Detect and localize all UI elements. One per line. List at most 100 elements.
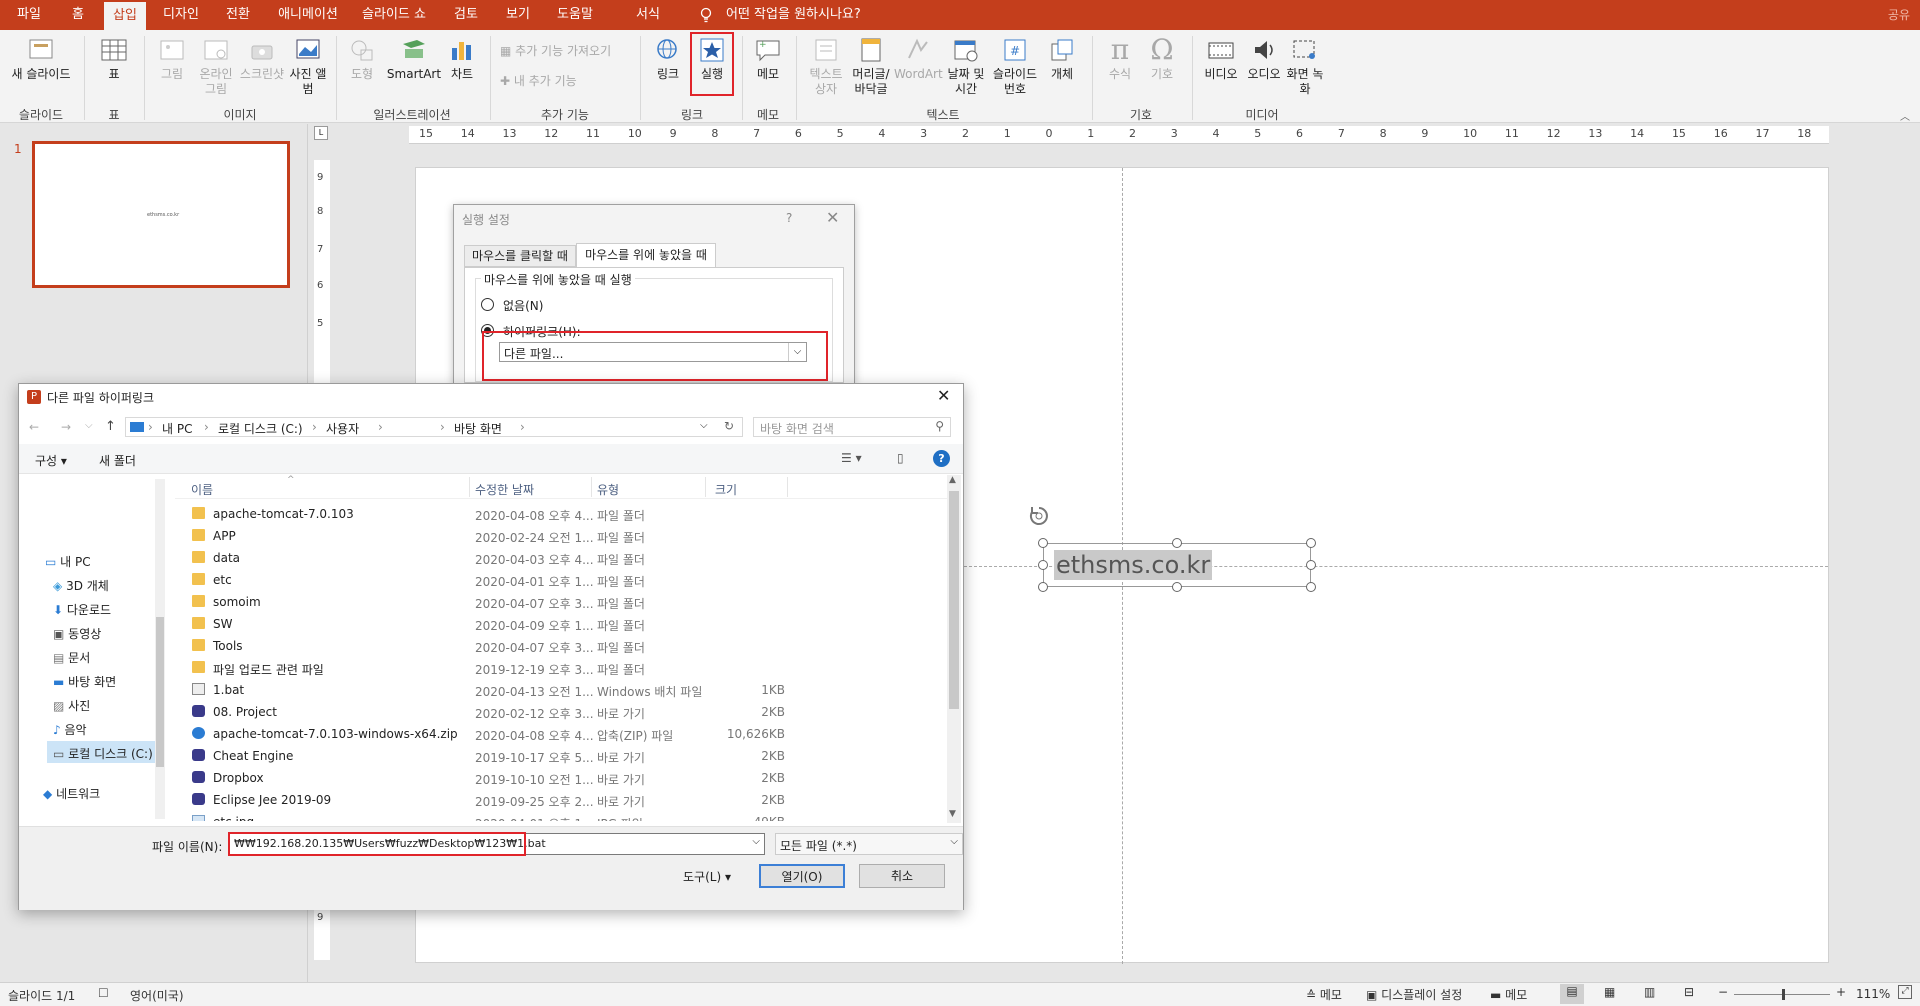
- file-row[interactable]: Eclipse Jee 2019-09 2019-09-25 오후 2... 바로 …: [175, 789, 945, 811]
- file-row[interactable]: Cheat Engine 2019-10-17 오후 5... 바로 가기 2KB: [175, 745, 945, 767]
- scroll-down-icon[interactable]: ▼: [949, 809, 956, 819]
- tab-help[interactable]: 도움말: [550, 0, 600, 30]
- nav-scrollbar[interactable]: [155, 479, 165, 819]
- none-radio[interactable]: [481, 298, 494, 311]
- file-row[interactable]: data 2020-04-03 오후 4... 파일 폴더: [175, 547, 945, 569]
- search-box[interactable]: 바탕 화면 검색 ⚲: [753, 417, 951, 437]
- video-button[interactable]: 비디오: [1200, 36, 1242, 82]
- collapse-ribbon-icon[interactable]: ︿: [1900, 108, 1910, 123]
- audio-button[interactable]: 오디오: [1244, 36, 1284, 82]
- tab-home[interactable]: 홈: [62, 0, 94, 30]
- chevron-down-icon[interactable]: ⌵: [752, 836, 760, 847]
- tab-transitions[interactable]: 전환: [218, 0, 258, 30]
- breadcrumb-c-drive[interactable]: 로컬 디스크 (C:): [218, 420, 303, 437]
- tab-file[interactable]: 파일: [10, 0, 48, 30]
- chevron-down-icon[interactable]: ⌵: [700, 420, 708, 431]
- symbol-button[interactable]: Ω 기호: [1142, 36, 1182, 82]
- open-button[interactable]: 열기(O): [759, 864, 845, 888]
- table-button[interactable]: 표: [92, 36, 136, 82]
- header-footer-button[interactable]: 머리글/ 바닥글: [850, 36, 892, 97]
- accessibility-icon[interactable]: ☐: [98, 986, 109, 1000]
- slideshow-icon[interactable]: ⊟: [1684, 985, 1694, 999]
- slide-sorter-icon[interactable]: ▦: [1604, 985, 1615, 999]
- breadcrumb-pc[interactable]: 내 PC: [162, 420, 192, 437]
- close-icon[interactable]: ✕: [826, 208, 839, 227]
- zoom-out-icon[interactable]: −: [1718, 985, 1728, 999]
- help-icon[interactable]: ?: [786, 211, 792, 225]
- file-row[interactable]: apache-tomcat-7.0.103 2020-04-08 오후 4... 파…: [175, 503, 945, 525]
- file-row[interactable]: 1.bat 2020-04-13 오전 1... Windows 배치 파일 1KB: [175, 679, 945, 701]
- nav-local-disk-c[interactable]: ▭ 로컬 디스크 (C:): [47, 741, 155, 763]
- nav-videos[interactable]: ▣ 동영상: [53, 625, 101, 642]
- notes-button[interactable]: ≙ 메모: [1306, 986, 1342, 1003]
- tab-insert[interactable]: 삽입: [104, 2, 146, 30]
- nav-downloads[interactable]: ⬇ 다운로드: [53, 601, 111, 618]
- resize-handle[interactable]: [1306, 538, 1316, 548]
- screenshot-button[interactable]: 스크린샷: [238, 36, 286, 82]
- tools-menu[interactable]: 도구(L) ▾: [683, 868, 731, 885]
- comment-button[interactable]: + 메모: [750, 36, 786, 82]
- resize-handle[interactable]: [1306, 582, 1316, 592]
- back-arrow-icon[interactable]: ←: [29, 420, 39, 434]
- file-row[interactable]: etc.jpg 2020-04-01 오후 1...JPG 파일 49KB: [175, 811, 945, 821]
- selected-textbox[interactable]: ethsms.co.kr: [1043, 543, 1311, 587]
- get-addins-button[interactable]: ▦ 추가 기능 가져오기: [500, 44, 634, 59]
- recent-chevron-icon[interactable]: ⌵: [85, 420, 93, 431]
- chart-button[interactable]: 차트: [444, 36, 480, 82]
- cancel-button[interactable]: 취소: [859, 864, 945, 888]
- comments-button[interactable]: ▬ 메모: [1490, 986, 1527, 1003]
- file-row[interactable]: 08. Project 2020-02-12 오후 3... 바로 가기 2KB: [175, 701, 945, 723]
- my-addins-button[interactable]: ✚ 내 추가 기능: [500, 74, 610, 89]
- nav-music[interactable]: ♪ 음악: [53, 721, 87, 738]
- online-picture-button[interactable]: 온라인 그림: [194, 36, 238, 97]
- file-row[interactable]: Dropbox 2019-10-10 오전 1... 바로 가기 2KB: [175, 767, 945, 789]
- resize-handle[interactable]: [1038, 582, 1048, 592]
- screen-recording-button[interactable]: 화면 녹화: [1286, 36, 1324, 97]
- column-name[interactable]: 이름: [191, 481, 213, 498]
- new-slide-button[interactable]: 새 슬라이드: [6, 36, 76, 82]
- resize-handle[interactable]: [1038, 560, 1048, 570]
- address-bar[interactable]: › 내 PC › 로컬 디스크 (C:) › 사용자 › › 바탕 화면 › ⌵…: [125, 417, 743, 437]
- breadcrumb-users[interactable]: 사용자: [326, 420, 359, 437]
- zoom-level[interactable]: 111%: [1856, 987, 1890, 1001]
- file-row[interactable]: somoim 2020-04-07 오후 3... 파일 폴더: [175, 591, 945, 613]
- fit-slide-icon[interactable]: ⤢: [1898, 985, 1912, 999]
- file-row[interactable]: SW 2020-04-09 오후 1... 파일 폴더: [175, 613, 945, 635]
- nav-3d-objects[interactable]: ◈ 3D 개체: [53, 577, 109, 594]
- nav-pictures[interactable]: ▨ 사진: [53, 697, 90, 714]
- slide-number-button[interactable]: # 슬라이드 번호: [990, 36, 1040, 97]
- scroll-up-icon[interactable]: ▲: [949, 475, 956, 485]
- link-button[interactable]: 링크: [650, 36, 686, 82]
- close-icon[interactable]: ✕: [937, 386, 950, 405]
- file-row[interactable]: Tools 2020-04-07 오후 3... 파일 폴더: [175, 635, 945, 657]
- smartart-button[interactable]: SmartArt: [386, 36, 442, 82]
- refresh-icon[interactable]: ↻: [724, 419, 734, 433]
- zoom-in-icon[interactable]: +: [1836, 985, 1846, 999]
- preview-pane-icon[interactable]: ▯: [897, 451, 904, 465]
- reading-view-icon[interactable]: ▥: [1644, 985, 1655, 999]
- tab-stop-selector[interactable]: L: [314, 126, 328, 140]
- object-button[interactable]: 개체: [1042, 36, 1082, 82]
- nav-desktop[interactable]: ▬ 바탕 화면: [53, 673, 116, 690]
- wordart-button[interactable]: WordArt: [894, 36, 943, 82]
- share-button[interactable]: 공유: [1888, 0, 1910, 30]
- forward-arrow-icon[interactable]: →: [61, 420, 71, 434]
- column-type[interactable]: 유형: [597, 481, 619, 498]
- resize-handle[interactable]: [1172, 538, 1182, 548]
- zoom-slider-thumb[interactable]: [1782, 989, 1785, 1000]
- new-folder-button[interactable]: 새 폴더: [99, 452, 136, 469]
- file-list-scrollbar[interactable]: ▲ ▼: [947, 475, 961, 823]
- file-row[interactable]: etc 2020-04-01 오후 1... 파일 폴더: [175, 569, 945, 591]
- slide-thumbnail[interactable]: ethsms.co.kr: [32, 141, 290, 288]
- language-indicator[interactable]: 영어(미국): [130, 987, 184, 1004]
- view-options-icon[interactable]: ☰ ▾: [841, 451, 862, 465]
- tab-animations[interactable]: 애니메이션: [272, 0, 344, 30]
- rotate-handle-icon[interactable]: [1027, 504, 1051, 528]
- tab-mouse-over[interactable]: 마우스를 위에 놓았을 때: [576, 243, 716, 267]
- resize-handle[interactable]: [1172, 582, 1182, 592]
- tab-mouse-click[interactable]: 마우스를 클릭할 때: [464, 245, 576, 267]
- column-size[interactable]: 크기: [715, 481, 737, 498]
- help-icon[interactable]: ?: [933, 450, 950, 467]
- tab-slideshow[interactable]: 슬라이드 쇼: [356, 0, 432, 30]
- tab-design[interactable]: 디자인: [156, 0, 206, 30]
